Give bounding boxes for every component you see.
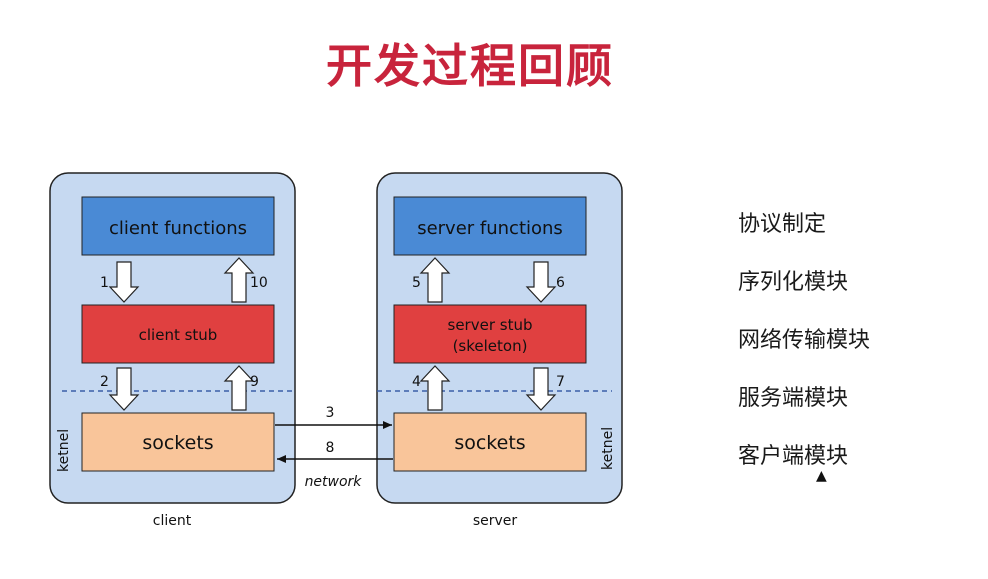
network-label: network [305, 474, 363, 490]
step-label-2: 2 [100, 374, 109, 390]
step-label-10: 10 [250, 275, 268, 291]
mouse-cursor-icon: ▲ [816, 468, 827, 484]
agenda-list: 协议制定 序列化模块 网络传输模块 服务端模块 客户端模块 [738, 207, 870, 497]
server-caption: server [473, 513, 518, 529]
agenda-item-network-transport: 网络传输模块 [738, 328, 871, 353]
server-kernel-label: ketnel [600, 427, 616, 470]
server-functions-label: server functions [417, 218, 563, 239]
agenda-item-serialization: 序列化模块 [738, 270, 849, 295]
server-stub-label-line1: server stub [448, 316, 533, 334]
step-label-9: 9 [250, 374, 259, 390]
agenda-item-protocol: 协议制定 [738, 212, 827, 237]
client-sockets-label: sockets [142, 432, 213, 454]
client-functions-label: client functions [109, 218, 247, 239]
step-label-3: 3 [326, 405, 335, 421]
server-sockets-label: sockets [454, 432, 525, 454]
agenda-item-server-module: 服务端模块 [738, 386, 849, 411]
step-label-6: 6 [556, 275, 565, 291]
client-caption: client [153, 513, 192, 529]
step-label-4: 4 [412, 374, 421, 390]
client-stub-label: client stub [139, 326, 218, 344]
step-label-7: 7 [556, 374, 565, 390]
agenda-item-client-module: 客户端模块 [738, 444, 849, 469]
server-stub-label-line2: (skeleton) [453, 337, 528, 355]
step-label-5: 5 [412, 275, 421, 291]
client-kernel-label: ketnel [56, 429, 72, 472]
step-label-8: 8 [326, 440, 335, 456]
step-label-1: 1 [100, 275, 109, 291]
